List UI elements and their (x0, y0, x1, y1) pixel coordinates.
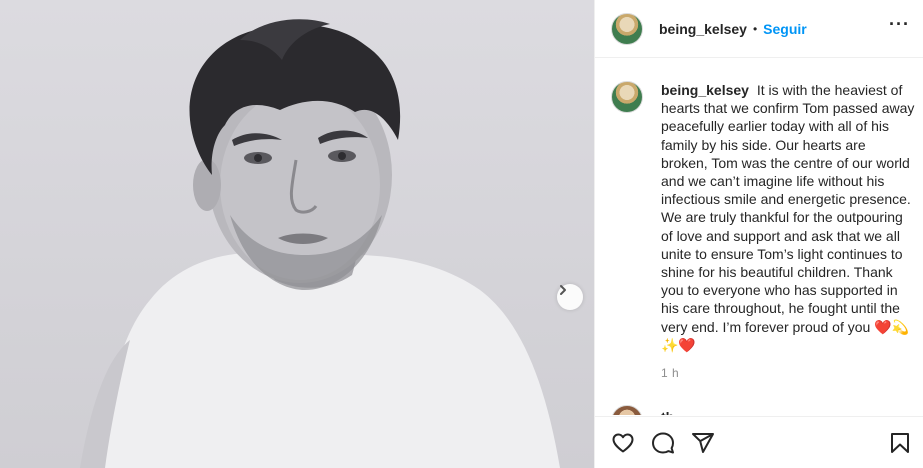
separator-dot: • (752, 21, 758, 36)
caption-text: It is with the heaviest of hearts that w… (661, 82, 915, 353)
post-photo[interactable] (0, 0, 594, 468)
caption-author-username[interactable]: being_kelsey (661, 82, 749, 98)
share-button[interactable] (691, 431, 715, 455)
caption: being_kelsey It is with the heaviest of … (611, 81, 916, 354)
more-options-icon[interactable]: ··· (889, 14, 910, 35)
heart-icon (612, 433, 634, 453)
post-timestamp[interactable]: 1 h (661, 366, 679, 380)
post-header: being_kelsey • Seguir ··· (595, 0, 923, 58)
follow-button[interactable]: Seguir (763, 21, 807, 37)
like-button[interactable] (611, 431, 635, 455)
comment-item: th (611, 405, 674, 415)
comment-button[interactable] (651, 431, 675, 455)
commenter-avatar[interactable] (611, 405, 643, 415)
author-avatar[interactable] (611, 12, 643, 45)
save-button[interactable] (888, 431, 912, 455)
paper-plane-icon (692, 433, 714, 453)
chevron-right-icon (560, 285, 566, 295)
author-username[interactable]: being_kelsey (659, 21, 747, 37)
action-bar (595, 416, 923, 468)
next-image-button[interactable] (557, 284, 583, 310)
comment-bubble-icon (652, 432, 674, 454)
commenter-username[interactable]: th (661, 409, 674, 415)
comments-section[interactable]: being_kelsey It is with the heaviest of … (595, 59, 923, 415)
bookmark-icon (891, 433, 909, 453)
caption-text-block: being_kelsey It is with the heaviest of … (661, 81, 916, 354)
caption-author-avatar[interactable] (611, 81, 643, 113)
post-sidebar: being_kelsey • Seguir ··· being_kelsey I… (594, 0, 923, 468)
portrait-image (80, 19, 560, 468)
